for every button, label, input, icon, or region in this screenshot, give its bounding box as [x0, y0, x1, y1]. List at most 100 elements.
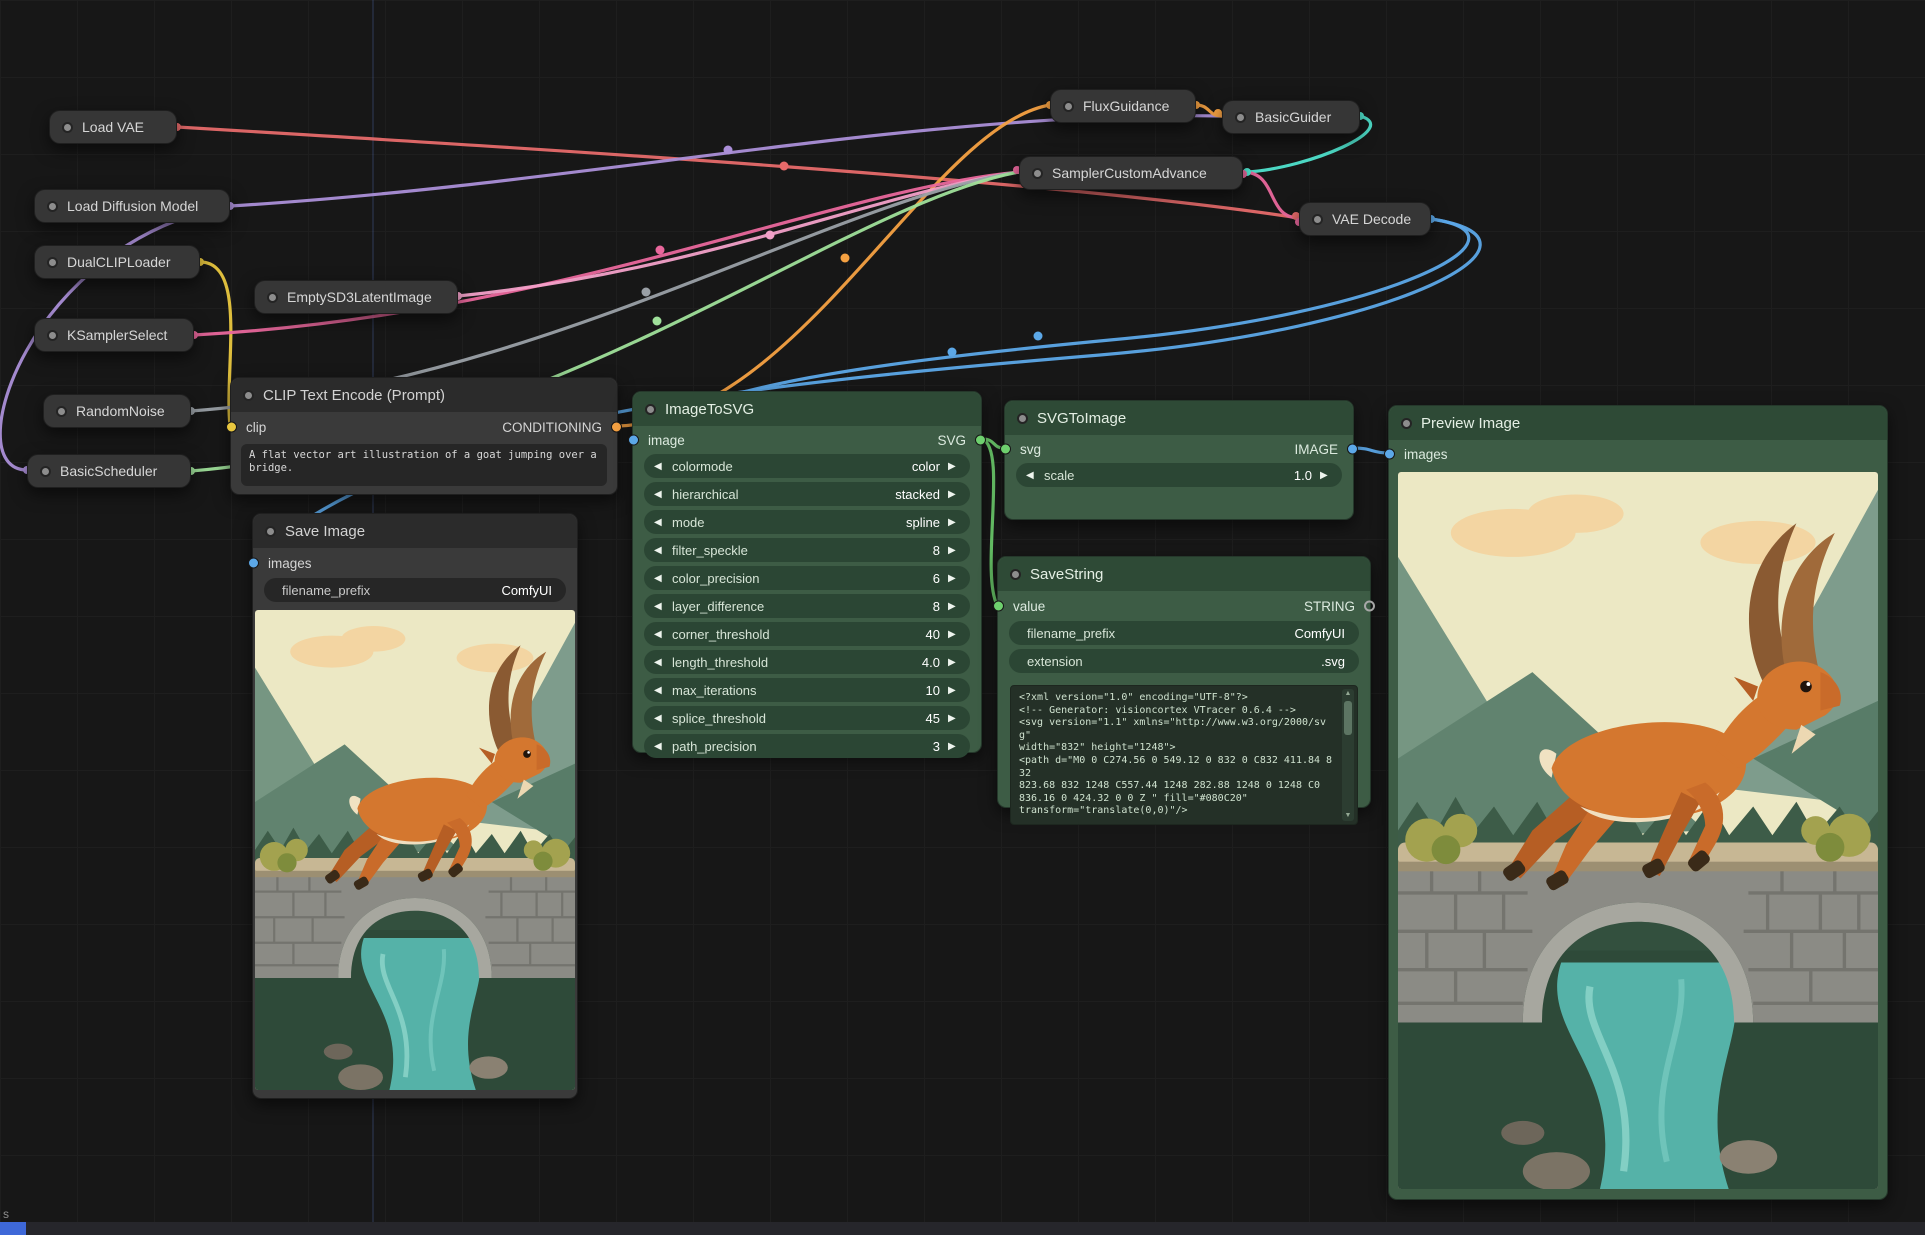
decrement-arrow-icon[interactable]: ◀ [654, 517, 666, 528]
decrement-arrow-icon[interactable]: ◀ [654, 657, 666, 668]
widget-extension[interactable]: extension .svg [1009, 649, 1359, 673]
widget-filename-prefix[interactable]: filename_prefix ComfyUI [264, 578, 566, 602]
node-title: Load VAE [82, 119, 144, 135]
decrement-arrow-icon[interactable]: ◀ [654, 629, 666, 640]
node-header[interactable]: SaveString [998, 557, 1370, 591]
widget-value: .svg [1321, 654, 1345, 669]
collapse-dot[interactable] [1235, 112, 1246, 123]
widget-length-threshold[interactable]: ◀ length_threshold 4.0 ▶ [644, 650, 970, 674]
widget-layer-difference[interactable]: ◀ layer_difference 8 ▶ [644, 594, 970, 618]
decrement-arrow-icon[interactable]: ◀ [654, 713, 666, 724]
node-header[interactable]: SVGToImage [1005, 401, 1353, 435]
increment-arrow-icon[interactable]: ▶ [948, 713, 960, 724]
increment-arrow-icon[interactable]: ▶ [948, 517, 960, 528]
node-savestring[interactable]: SaveString value STRING filename_prefix … [997, 556, 1371, 808]
node-randomnoise[interactable]: RandomNoise [43, 394, 191, 428]
collapse-dot[interactable] [1312, 214, 1323, 225]
node-vae-decode[interactable]: VAE Decode [1299, 202, 1431, 236]
collapse-dot[interactable] [1063, 101, 1074, 112]
collapse-dot[interactable] [1017, 413, 1028, 424]
images-input-port[interactable] [1384, 449, 1395, 460]
node-header[interactable]: Save Image [253, 514, 577, 548]
increment-arrow-icon[interactable]: ▶ [948, 461, 960, 472]
node-fluxguidance[interactable]: FluxGuidance [1050, 89, 1196, 123]
string-output-port[interactable] [1364, 601, 1375, 612]
node-samplercustomadvance[interactable]: SamplerCustomAdvance [1019, 156, 1243, 190]
collapse-dot[interactable] [47, 201, 58, 212]
collapse-dot[interactable] [265, 526, 276, 537]
collapse-dot[interactable] [1032, 168, 1043, 179]
node-header[interactable]: ImageToSVG [633, 392, 981, 426]
scroll-up-icon[interactable]: ▲ [1345, 689, 1352, 699]
comfyui-canvas[interactable]: Load VAE Load Diffusion Model DualCLIPLo… [0, 0, 1925, 1235]
scroll-down-icon[interactable]: ▼ [1345, 811, 1352, 821]
widget-max-iterations[interactable]: ◀ max_iterations 10 ▶ [644, 678, 970, 702]
node-preview-image[interactable]: Preview Image images [1388, 405, 1888, 1200]
node-imagetosvg[interactable]: ImageToSVG image SVG ◀ colormode color ▶… [632, 391, 982, 753]
image-input-port[interactable] [628, 435, 639, 446]
node-save-image[interactable]: Save Image images filename_prefix ComfyU… [252, 513, 578, 1099]
widget-scale[interactable]: ◀ scale 1.0 ▶ [1016, 463, 1342, 487]
widget-colormode[interactable]: ◀ colormode color ▶ [644, 454, 970, 478]
increment-arrow-icon[interactable]: ▶ [1320, 470, 1332, 481]
node-emptysd3latentimage[interactable]: EmptySD3LatentImage [254, 280, 458, 314]
widget-filter-speckle[interactable]: ◀ filter_speckle 8 ▶ [644, 538, 970, 562]
node-ksamplerselect[interactable]: KSamplerSelect [34, 318, 194, 352]
decrement-arrow-icon[interactable]: ◀ [654, 461, 666, 472]
collapse-dot[interactable] [62, 122, 73, 133]
node-header[interactable]: Preview Image [1389, 406, 1887, 440]
widget-hierarchical[interactable]: ◀ hierarchical stacked ▶ [644, 482, 970, 506]
decrement-arrow-icon[interactable]: ◀ [1026, 470, 1038, 481]
increment-arrow-icon[interactable]: ▶ [948, 573, 960, 584]
widget-corner-threshold[interactable]: ◀ corner_threshold 40 ▶ [644, 622, 970, 646]
collapse-dot[interactable] [243, 390, 254, 401]
node-basicscheduler[interactable]: BasicScheduler [27, 454, 191, 488]
images-input-port[interactable] [248, 558, 259, 569]
node-header[interactable]: CLIP Text Encode (Prompt) [231, 378, 617, 412]
scrollbar-thumb[interactable] [1344, 701, 1352, 735]
collapse-dot[interactable] [47, 257, 58, 268]
svg-source-preview[interactable]: <?xml version="1.0" encoding="UTF-8"?> <… [1010, 685, 1358, 825]
svg-output-port[interactable] [975, 435, 986, 446]
widget-splice-threshold[interactable]: ◀ splice_threshold 45 ▶ [644, 706, 970, 730]
node-svgtoimage[interactable]: SVGToImage svg IMAGE ◀ scale 1.0 ▶ [1004, 400, 1354, 520]
node-load-vae[interactable]: Load VAE [49, 110, 177, 144]
node-basicguider[interactable]: BasicGuider [1222, 100, 1360, 134]
decrement-arrow-icon[interactable]: ◀ [654, 741, 666, 752]
decrement-arrow-icon[interactable]: ◀ [654, 545, 666, 556]
increment-arrow-icon[interactable]: ▶ [948, 489, 960, 500]
value-input-port[interactable] [993, 601, 1004, 612]
collapse-dot[interactable] [47, 330, 58, 341]
decrement-arrow-icon[interactable]: ◀ [654, 601, 666, 612]
increment-arrow-icon[interactable]: ▶ [948, 629, 960, 640]
node-load-diffusion-model[interactable]: Load Diffusion Model [34, 189, 230, 223]
increment-arrow-icon[interactable]: ▶ [948, 657, 960, 668]
increment-arrow-icon[interactable]: ▶ [948, 685, 960, 696]
scrollbar[interactable]: ▲ ▼ [1342, 689, 1354, 821]
collapse-dot[interactable] [267, 292, 278, 303]
decrement-arrow-icon[interactable]: ◀ [654, 573, 666, 584]
increment-arrow-icon[interactable]: ▶ [948, 545, 960, 556]
collapse-dot[interactable] [56, 406, 67, 417]
svg-input-port[interactable] [1000, 444, 1011, 455]
increment-arrow-icon[interactable]: ▶ [948, 741, 960, 752]
collapse-dot[interactable] [1401, 418, 1412, 429]
node-clip-text-encode[interactable]: CLIP Text Encode (Prompt) clip CONDITION… [230, 377, 618, 495]
collapse-dot[interactable] [40, 466, 51, 477]
widget-label: splice_threshold [672, 711, 766, 726]
increment-arrow-icon[interactable]: ▶ [948, 601, 960, 612]
widget-filename-prefix[interactable]: filename_prefix ComfyUI [1009, 621, 1359, 645]
collapse-dot[interactable] [645, 404, 656, 415]
prompt-textarea[interactable]: A flat vector art illustration of a goat… [241, 444, 607, 486]
widget-path-precision[interactable]: ◀ path_precision 3 ▶ [644, 734, 970, 758]
widget-mode[interactable]: ◀ mode spline ▶ [644, 510, 970, 534]
decrement-arrow-icon[interactable]: ◀ [654, 685, 666, 696]
clip-input-port[interactable] [226, 422, 237, 433]
widget-color-precision[interactable]: ◀ color_precision 6 ▶ [644, 566, 970, 590]
decrement-arrow-icon[interactable]: ◀ [654, 489, 666, 500]
conditioning-output-port[interactable] [611, 422, 622, 433]
collapse-dot[interactable] [1010, 569, 1021, 580]
image-output-port[interactable] [1347, 444, 1358, 455]
output-slot-label: STRING [1304, 599, 1355, 614]
node-dualcliploader[interactable]: DualCLIPLoader [34, 245, 200, 279]
